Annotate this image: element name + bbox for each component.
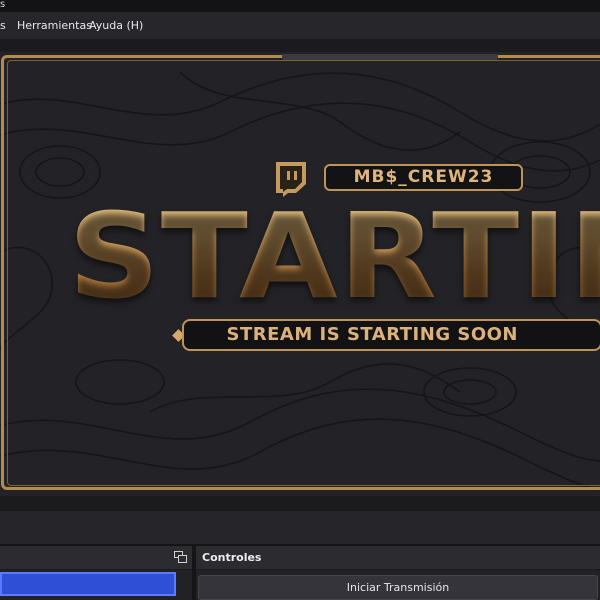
starting-soon-banner: STREAM IS STARTING SOON: [182, 319, 600, 351]
workspace-top-strip: [0, 40, 600, 52]
dock-toolbar: [0, 510, 600, 544]
starting-headline: STARTING: [68, 196, 600, 316]
title-glyph: s: [0, 0, 6, 10]
controls-dock-title: Controles: [202, 551, 262, 564]
preview-bottom-strip: [0, 496, 600, 510]
menu-item-help[interactable]: Ayuda (H): [89, 12, 143, 40]
headline-clip: STARTING: [68, 196, 600, 316]
preview-resize-handle[interactable]: [282, 54, 498, 60]
scene-list-item-selected[interactable]: [0, 572, 176, 596]
channel-name-pill: MB$_CREW23: [324, 164, 523, 191]
menu-item-partial[interactable]: s: [0, 12, 6, 40]
scenes-dock-header: [0, 546, 192, 570]
start-stream-button[interactable]: Iniciar Transmisión: [198, 575, 598, 600]
stream-preview[interactable]: MB$_CREW23 STARTING STREAM IS STARTING S…: [0, 52, 600, 496]
twitch-icon: [276, 162, 306, 197]
undock-icon[interactable]: [174, 551, 187, 563]
starting-soon-text: STREAM IS STARTING SOON: [226, 324, 518, 345]
menu-item-tools[interactable]: Herramientas: [17, 12, 92, 40]
menu-bar: s Herramientas Ayuda (H): [0, 12, 600, 40]
title-bar: s: [0, 0, 600, 12]
